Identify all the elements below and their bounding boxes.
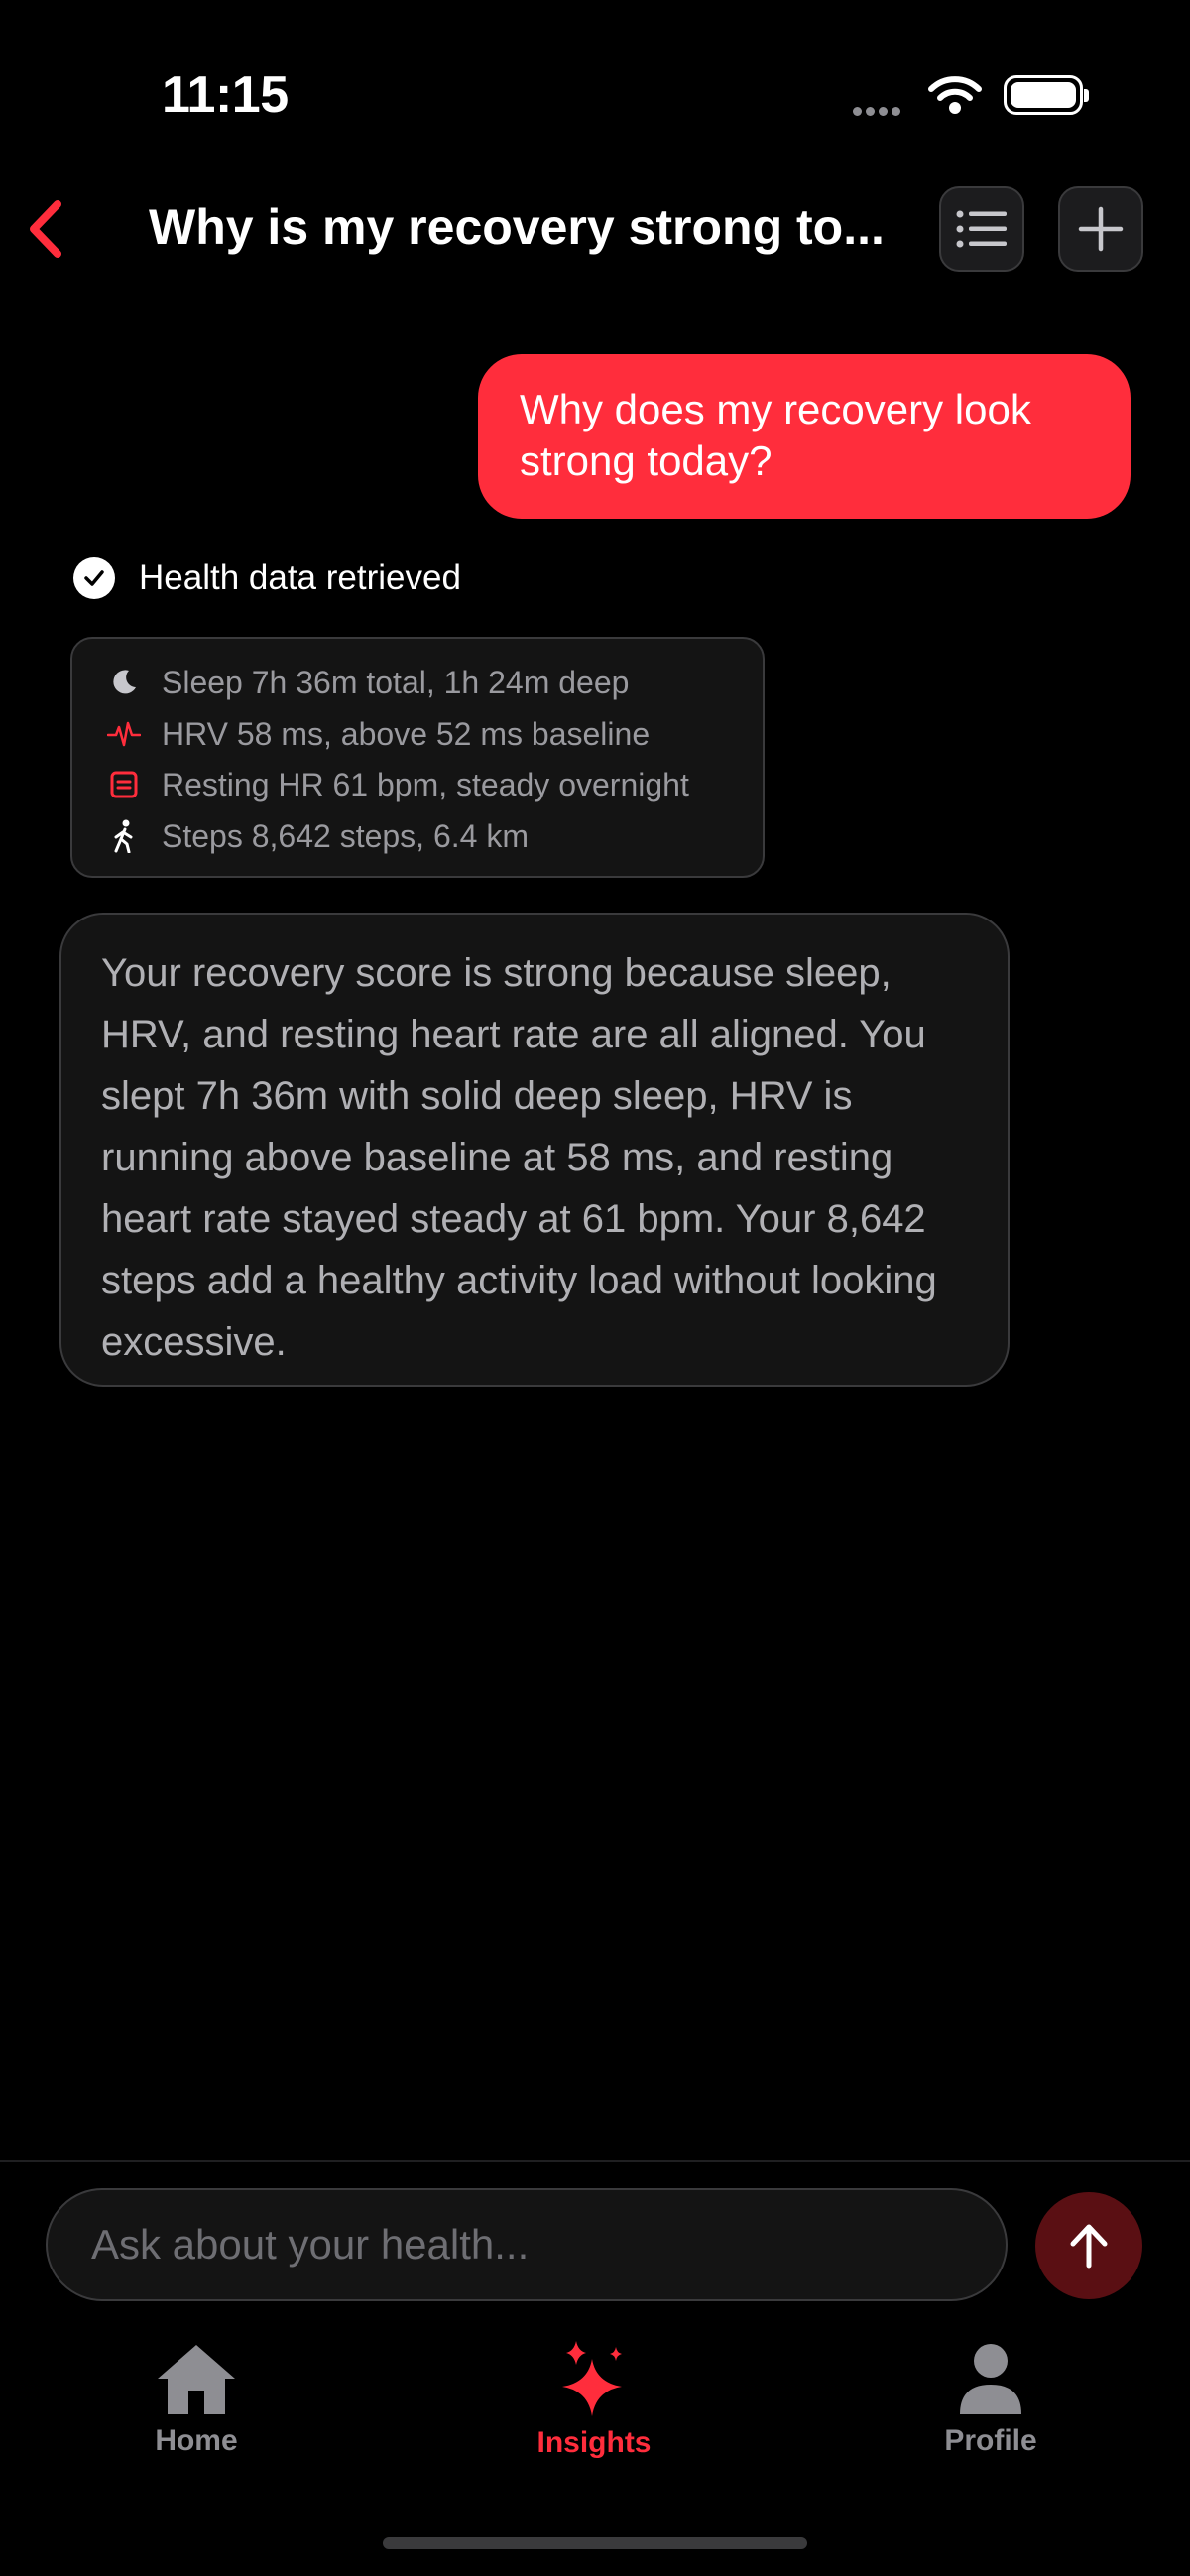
new-chat-button[interactable] [1058,186,1143,272]
home-icon [158,2345,235,2414]
battery-icon [1004,75,1089,115]
conversation-list-button[interactable] [939,186,1024,272]
health-data-text: HRV 58 ms, above 52 ms baseline [162,715,651,752]
tab-label: Insights [536,2426,652,2459]
composer-divider [0,2160,1190,2162]
home-indicator [383,2537,807,2549]
wifi-icon [928,76,982,114]
health-data-row-sleep: Sleep 7h 36m total, 1h 24m deep [102,661,629,704]
arrow-up-icon [1070,2224,1108,2269]
tab-profile[interactable]: Profile [862,2341,1120,2458]
tab-label: Home [155,2424,238,2457]
signal-icon [853,103,914,116]
plus-icon [1078,206,1124,252]
health-data-row-hrv: HRV 58 ms, above 52 ms baseline [102,712,650,756]
tab-home[interactable]: Home [67,2341,325,2458]
health-data-card: Sleep 7h 36m total, 1h 24m deep HRV 58 m… [70,637,765,878]
walking-icon [102,819,146,853]
moon-icon [102,668,146,697]
tab-label: Profile [944,2424,1037,2457]
list-icon [956,210,1007,248]
assistant-message-bubble: Your recovery score is strong because sl… [60,913,1010,1387]
sparkles-icon [562,2341,622,2416]
user-message-bubble: Why does my recovery look strong today? [478,354,1130,519]
heartbeat-icon [102,719,146,749]
health-data-row-resting-hr: Resting HR 61 bpm, steady overnight [102,763,689,806]
conversation-title: Why is my recovery strong to... [149,199,885,255]
ask-health-input[interactable]: Ask about your health... [46,2188,1008,2301]
status-time: 11:15 [162,66,289,124]
checkmark-icon [73,557,115,599]
person-icon [960,2344,1021,2414]
send-button[interactable] [1035,2192,1142,2299]
health-data-row-steps: Steps 8,642 steps, 6.4 km [102,814,529,858]
health-data-text: Sleep 7h 36m total, 1h 24m deep [162,664,630,700]
health-data-text: Steps 8,642 steps, 6.4 km [162,817,529,854]
health-data-text: Resting HR 61 bpm, steady overnight [162,766,689,802]
back-chevron-icon[interactable] [20,194,75,264]
retrieval-status-label: Health data retrieved [139,558,461,597]
tab-insights[interactable]: Insights [465,2341,723,2460]
heart-rate-icon [102,770,146,799]
